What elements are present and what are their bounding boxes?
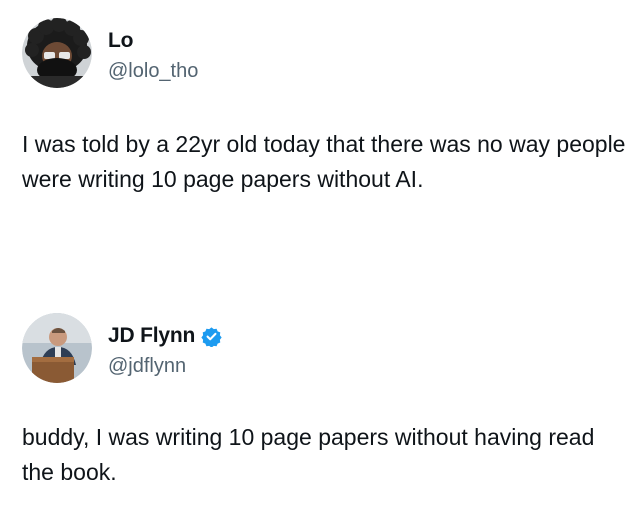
tweet-text: I was told by a 22yr old today that ther…: [22, 131, 626, 192]
display-name[interactable]: Lo: [108, 29, 133, 53]
display-name[interactable]: JD Flynn: [108, 324, 195, 348]
avatar[interactable]: [22, 18, 92, 88]
name-block: Lo @lolo_tho: [108, 28, 198, 83]
display-name-row: JD Flynn: [108, 323, 222, 349]
handle[interactable]: @jdflynn: [108, 355, 222, 378]
handle[interactable]: @lolo_tho: [108, 60, 198, 83]
tweet-header: Lo @lolo_tho: [22, 18, 622, 88]
display-name-row: Lo: [108, 28, 198, 54]
tweet-header: JD Flynn @jdflynn: [22, 313, 622, 383]
tweet-lo[interactable]: Lo @lolo_tho I was told by a 22yr old to…: [0, 0, 640, 250]
verified-badge-icon: [201, 326, 222, 348]
name-block: JD Flynn @jdflynn: [108, 323, 222, 378]
tweet-text: buddy, I was writing 10 page papers with…: [22, 424, 595, 485]
avatar[interactable]: [22, 313, 92, 383]
tweet-jdflynn[interactable]: JD Flynn @jdflynn buddy, I was writing 1…: [0, 295, 640, 507]
